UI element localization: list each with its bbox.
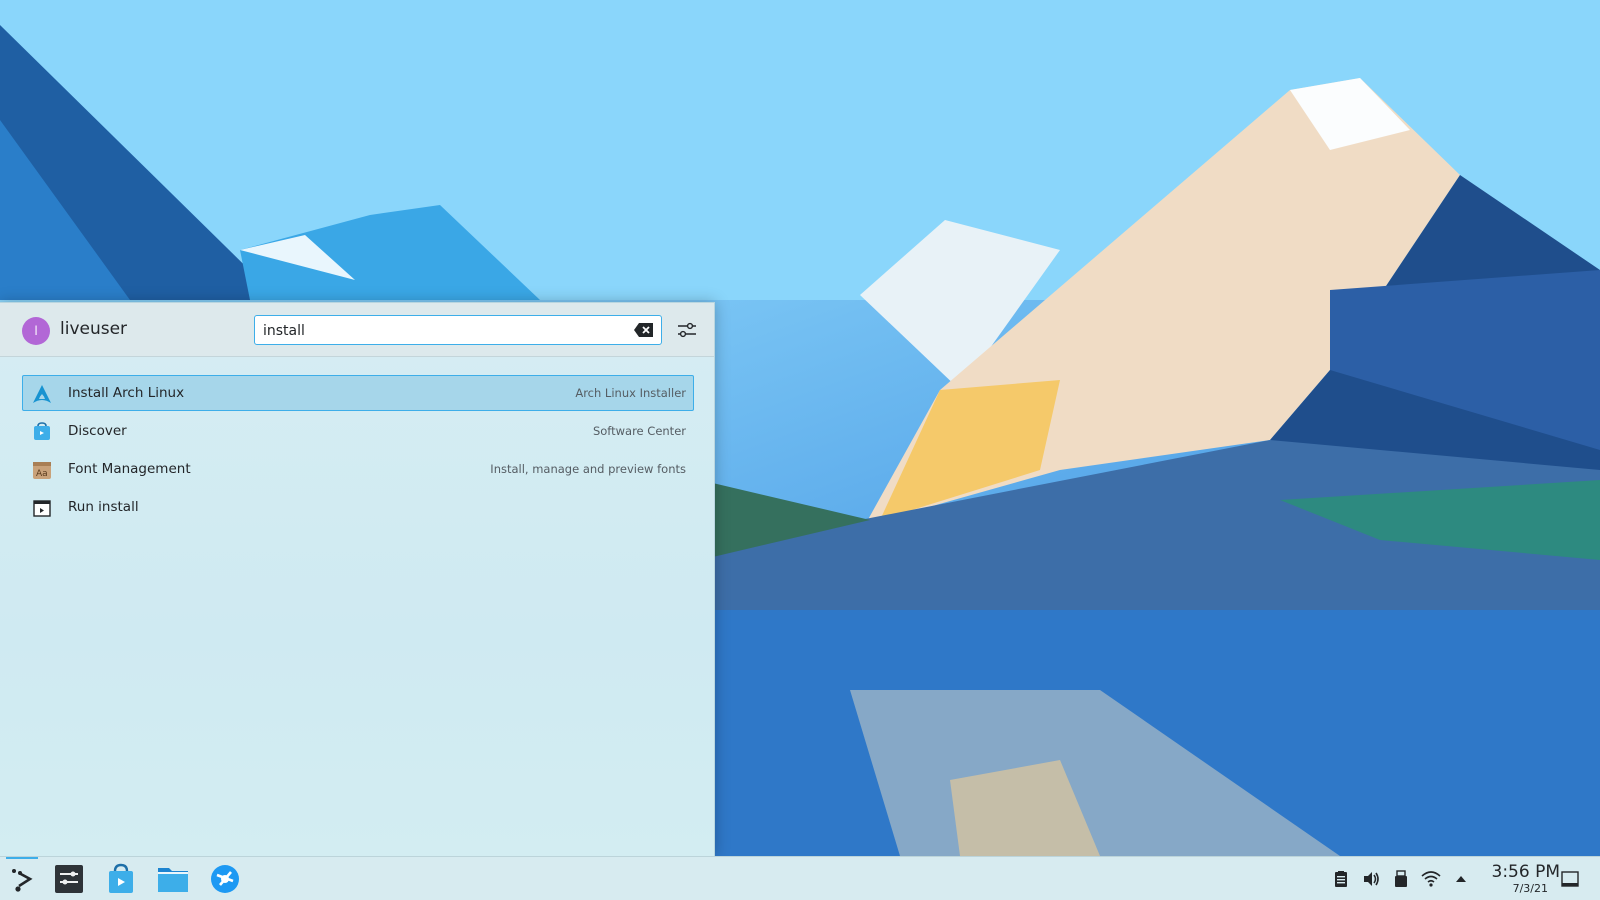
result-title: Font Management <box>68 461 191 477</box>
result-item-run-install[interactable]: Run install <box>22 489 694 525</box>
system-settings-icon <box>55 865 83 893</box>
result-title: Run install <box>68 499 139 515</box>
application-launcher-button[interactable] <box>4 857 40 897</box>
application-launcher-panel: l liveuser Install Arch Linux Arch Linux… <box>0 302 715 856</box>
search-field[interactable] <box>254 315 662 345</box>
usb-drive-icon[interactable] <box>1391 869 1411 889</box>
result-title: Discover <box>68 423 127 439</box>
tray-expand-icon[interactable] <box>1451 869 1471 889</box>
system-settings-button[interactable] <box>51 861 87 897</box>
launcher-header: l liveuser <box>0 303 714 357</box>
show-desktop-icon[interactable] <box>1560 869 1580 889</box>
result-item-font-management[interactable]: Aa Font Management Install, manage and p… <box>22 451 694 487</box>
file-manager-button[interactable] <box>155 861 191 897</box>
result-title: Install Arch Linux <box>68 385 185 401</box>
search-results-list: Install Arch Linux Arch Linux Installer … <box>22 375 694 527</box>
result-subtitle: Software Center <box>592 424 686 438</box>
application-launcher-icon <box>12 869 33 892</box>
volume-icon[interactable] <box>1361 869 1381 889</box>
result-subtitle: Install, manage and preview fonts <box>490 462 686 476</box>
taskbar: 3:56 PM 7/3/21 <box>0 856 1600 900</box>
result-item-discover[interactable]: Discover Software Center <box>22 413 694 449</box>
wifi-icon[interactable] <box>1421 869 1441 889</box>
file-manager-icon <box>158 868 188 892</box>
discover-icon <box>34 422 50 440</box>
result-subtitle: Arch Linux Installer <box>575 386 686 400</box>
discover-icon <box>109 863 133 893</box>
discover-button[interactable] <box>103 861 139 897</box>
clipboard-icon[interactable] <box>1331 869 1351 889</box>
font-management-icon: Aa <box>33 462 51 479</box>
user-avatar[interactable]: l <box>22 317 50 345</box>
user-name: liveuser <box>60 319 128 339</box>
arch-linux-icon <box>33 385 51 403</box>
configure-search-icon[interactable] <box>676 319 698 341</box>
terminal-icon <box>33 500 51 517</box>
clock-time: 3:56 PM <box>1491 862 1561 882</box>
svg-text:Aa: Aa <box>36 469 48 479</box>
search-input[interactable] <box>261 320 625 342</box>
browser-icon <box>211 865 239 893</box>
clear-search-icon[interactable] <box>633 322 655 338</box>
clock-date: 7/3/21 <box>1512 882 1548 895</box>
result-item-install-arch-linux[interactable]: Install Arch Linux Arch Linux Installer <box>22 375 694 411</box>
web-browser-button[interactable] <box>207 861 243 897</box>
